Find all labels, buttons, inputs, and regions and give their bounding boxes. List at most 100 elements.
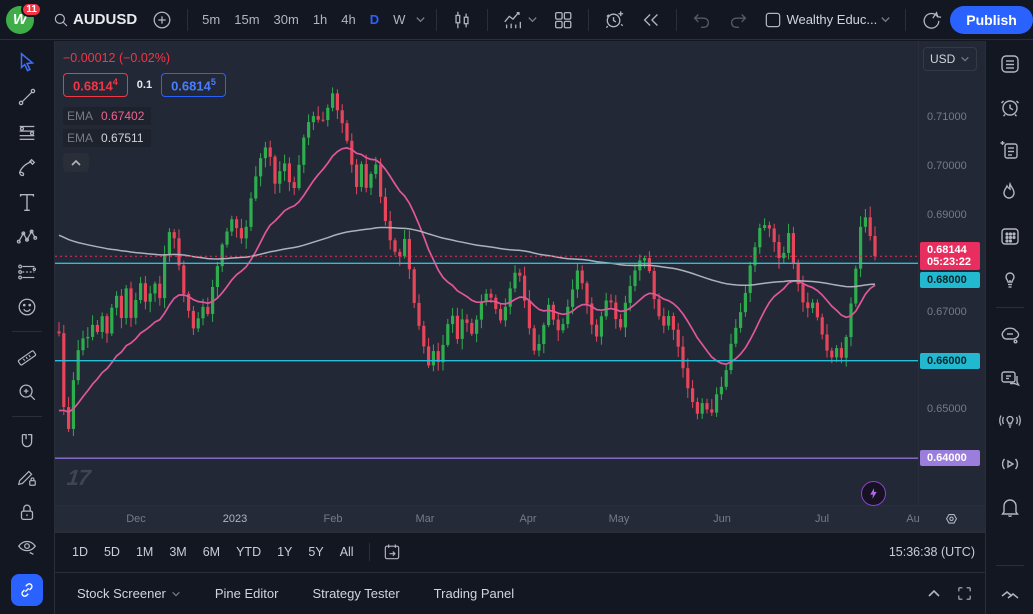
footer-tab-label: Trading Panel [434,586,514,601]
symbol-search-button[interactable]: AUDUSD [46,6,143,34]
alerts-button[interactable] [993,92,1027,122]
indicators-button[interactable] [496,6,544,34]
range-button-5y[interactable]: 5Y [301,542,330,562]
live-ideas-button[interactable] [993,406,1027,436]
currency-dropdown[interactable]: USD [923,47,977,71]
chat-button[interactable] [993,363,1027,393]
buy-ask-button[interactable]: 0.68145 [161,73,226,97]
footer-tab-strategy-tester[interactable]: Strategy Tester [302,580,409,607]
streams-button[interactable] [993,449,1027,479]
expand-panel-chevron-icon[interactable] [926,586,942,602]
range-button-all[interactable]: All [333,542,361,562]
range-button-1m[interactable]: 1M [129,542,160,562]
notifications-button[interactable] [993,492,1027,522]
link-drawings-button[interactable] [11,574,43,606]
range-button-5d[interactable]: 5D [97,542,127,562]
indicator-value: 0.67402 [101,109,144,123]
measure-tool[interactable] [10,342,44,371]
timeframe-1h[interactable]: 1h [307,7,333,33]
brush-tool[interactable] [10,152,44,181]
timeframe-1d[interactable]: D [364,7,385,33]
time-axis[interactable]: Dec2023FebMarAprMayJunJulAu [55,505,985,532]
timeframe-15m[interactable]: 15m [228,7,265,33]
timeframe-30m[interactable]: 30m [268,7,305,33]
footer-tab-stock-screener[interactable]: Stock Screener [67,580,191,607]
lock-all-drawings-tool[interactable] [10,497,44,526]
timeframe-4h[interactable]: 4h [335,7,361,33]
collapse-panel-button[interactable] [993,578,1027,608]
undo-button[interactable] [685,6,719,34]
trend-line-tool[interactable] [10,82,44,111]
minds-button[interactable] [993,320,1027,350]
footer-bar: Stock Screener Pine Editor Strategy Tester… [55,572,985,614]
quick-snapshot-button[interactable] [914,6,948,34]
price-change-text: −0.00012 (−0.02%) [63,51,226,65]
layout-square-icon [763,10,783,30]
chart-style-button[interactable] [445,6,479,34]
sell-bid-button[interactable]: 0.68144 [63,73,128,97]
drawing-mode-lock-tool[interactable] [10,462,44,491]
search-icon [52,11,70,29]
hide-drawings-tool[interactable] [10,532,44,561]
divider [588,9,589,31]
last-price-badge: 0.6814405:23:22 [920,242,980,270]
top-toolbar: W 11 AUDUSD 5m 15m 30m 1h 4h D W [0,0,1033,40]
forecast-tool[interactable] [10,257,44,286]
level-price-badge: 0.64000 [920,450,980,466]
boost-button[interactable] [861,481,886,506]
chevron-down-icon [880,14,891,25]
text-tool[interactable] [10,187,44,216]
timeframe-menu-button[interactable] [413,6,428,34]
publish-button[interactable]: Publish [950,6,1033,34]
economic-calendar-button[interactable] [993,221,1027,251]
timeframe-1w[interactable]: W [387,7,411,33]
range-button-6m[interactable]: 6M [196,542,227,562]
footer-tab-trading-panel[interactable]: Trading Panel [424,580,524,607]
trend-line-icon [16,86,38,108]
calendar-icon [998,224,1022,248]
pattern-tool[interactable] [10,222,44,251]
magnet-tool[interactable] [10,427,44,456]
footer-tab-label: Strategy Tester [312,586,399,601]
range-button-1d[interactable]: 1D [65,542,95,562]
divider [187,9,188,31]
layout-name: Wealthy Educ... [786,12,877,27]
indicator-name: EMA [67,131,93,145]
bar-replay-button[interactable] [634,6,668,34]
timeframe-5m[interactable]: 5m [196,7,226,33]
range-button-1y[interactable]: 1Y [270,542,299,562]
cursor-tool[interactable] [10,47,44,76]
ideas-button[interactable] [993,264,1027,294]
redo-button[interactable] [721,6,755,34]
user-menu-avatar[interactable]: W 11 [6,5,40,35]
time-axis-label: 2023 [223,513,247,525]
ema-indicator-row[interactable]: EMA 0.67402 [63,107,151,125]
legend-collapse-button[interactable] [63,153,89,172]
emoji-icon [16,296,38,318]
hotlists-button[interactable] [993,178,1027,208]
fullscreen-icon[interactable] [956,585,973,602]
emoji-tool[interactable] [10,292,44,321]
watchlist-button[interactable] [993,49,1027,79]
range-button-ytd[interactable]: YTD [229,542,268,562]
save-layout-button[interactable]: Wealthy Educ... [757,6,897,34]
fib-retracement-tool[interactable] [10,117,44,146]
divider [487,9,488,31]
go-to-date-button[interactable] [378,538,406,566]
utc-clock[interactable]: 15:36:38 (UTC) [889,545,975,559]
layout-grid-button[interactable] [546,6,580,34]
axis-settings-gear-icon[interactable] [943,511,960,528]
price-tick: 0.65000 [927,403,967,415]
time-axis-label: Jul [815,513,829,525]
spread-value: 0.1 [137,79,152,91]
range-button-3m[interactable]: 3M [162,542,193,562]
zoom-in-tool[interactable] [10,377,44,406]
footer-tab-pine-editor[interactable]: Pine Editor [205,580,289,607]
right-sidebar [985,41,1033,614]
price-axis[interactable]: USD 0.720000.710000.700000.690000.670000… [918,41,985,505]
create-alert-button[interactable] [597,6,632,34]
ema-indicator-row[interactable]: EMA 0.67511 [63,129,151,147]
compare-add-symbol-button[interactable] [145,6,179,34]
notes-button[interactable] [993,135,1027,165]
chart-legend: −0.00012 (−0.02%) 0.68144 0.1 0.68145 EM… [63,51,226,172]
